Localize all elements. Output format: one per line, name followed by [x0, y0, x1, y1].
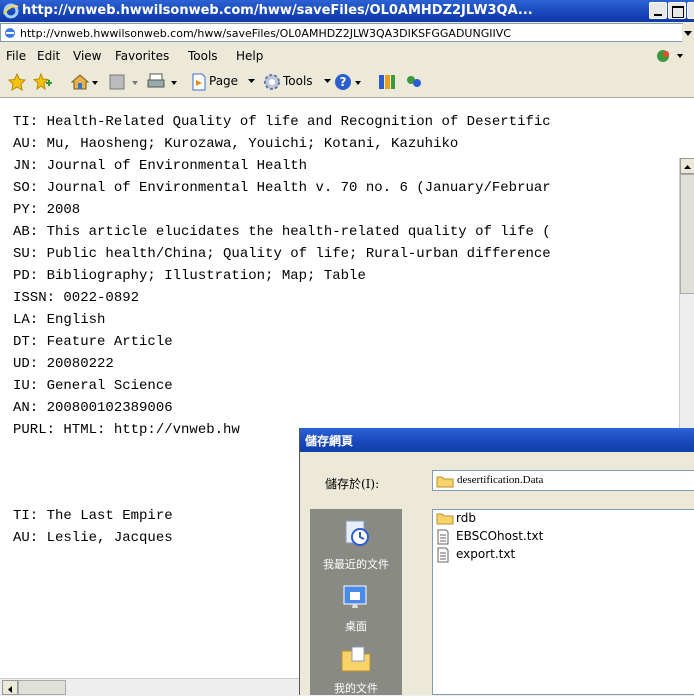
- window-title: http://vnweb.hwwilsonweb.com/hww/saveFil…: [22, 3, 533, 18]
- tools-menu-label[interactable]: Tools: [283, 74, 313, 88]
- command-bar: Page Tools ?: [0, 67, 694, 98]
- dialog-title: 儲存網頁: [305, 434, 354, 448]
- feeds-icon[interactable]: [108, 72, 142, 92]
- save-in-folder: desertification.Data: [457, 474, 544, 486]
- record-line: PD: Bibliography; Illustration; Map; Tab…: [13, 268, 366, 284]
- record-line: IU: General Science: [13, 378, 173, 394]
- menu-help[interactable]: Help: [236, 49, 263, 63]
- messenger-icon[interactable]: [404, 72, 426, 92]
- record-line: AU: Leslie, Jacques: [13, 530, 173, 546]
- address-dropdown-arrow[interactable]: [682, 24, 694, 42]
- svg-text:?: ?: [340, 75, 347, 89]
- record-line: AN: 200800102389006: [13, 400, 173, 416]
- favorites-star-icon[interactable]: [8, 73, 26, 91]
- scroll-left-button[interactable]: [2, 680, 18, 695]
- add-favorites-icon[interactable]: [33, 73, 53, 91]
- record-line: ISSN: 0022-0892: [13, 290, 140, 306]
- record-line: AB: This article elucidates the health-r…: [13, 224, 551, 240]
- page-menu-label[interactable]: Page: [209, 74, 238, 88]
- desktop-icon: [343, 585, 367, 608]
- record-line: UD: 20080222: [13, 356, 114, 372]
- file-name: rdb: [456, 511, 476, 525]
- place-my-documents-label: 我的文件: [334, 682, 378, 695]
- save-in-select[interactable]: desertification.Data: [432, 470, 694, 491]
- menu-edit[interactable]: Edit: [37, 49, 60, 63]
- tools-gear-icon[interactable]: [262, 72, 282, 92]
- window-title-bar: http://vnweb.hwwilsonweb.com/hww/saveFil…: [0, 0, 694, 22]
- places-bar: 我最近的文件 桌面 我的文件: [310, 509, 402, 695]
- record-line: SO: Journal of Environmental Health v. 7…: [13, 180, 551, 196]
- folder-icon: [436, 513, 454, 525]
- scroll-thumb[interactable]: [680, 174, 694, 294]
- place-my-documents[interactable]: 我的文件: [310, 643, 402, 696]
- save-in-label: 儲存於(I):: [325, 477, 380, 491]
- text-file-icon: [437, 529, 449, 545]
- place-desktop[interactable]: 桌面: [310, 583, 402, 634]
- address-url: http://vnweb.hwwilsonweb.com/hww/saveFil…: [20, 27, 511, 40]
- page-icon[interactable]: [190, 72, 208, 92]
- record-line: JN: Journal of Environmental Health: [13, 158, 308, 174]
- record-line: SU: Public health/China; Quality of life…: [13, 246, 551, 262]
- record-line: TI: Health-Related Quality of life and R…: [13, 114, 551, 130]
- chevron-down-icon: [684, 31, 692, 36]
- close-button[interactable]: [687, 2, 694, 19]
- my-documents-folder-icon: [341, 646, 371, 672]
- scroll-up-button[interactable]: [680, 158, 694, 174]
- help-icon[interactable]: ?: [333, 71, 369, 93]
- menu-bar: File Edit View Favorites Tools Help: [0, 44, 694, 68]
- chevron-up-icon: [684, 165, 691, 169]
- record-line: DT: Feature Article: [13, 334, 173, 350]
- menu-tools[interactable]: Tools: [188, 49, 218, 63]
- address-field[interactable]: http://vnweb.hwwilsonweb.com/hww/saveFil…: [0, 23, 683, 42]
- save-webpage-dialog: 儲存網頁 儲存於(I): desertification.Data 我最近的文件…: [299, 428, 694, 695]
- chevron-left-icon: [8, 686, 12, 693]
- minimize-button[interactable]: [649, 2, 667, 19]
- maximize-button[interactable]: [668, 2, 686, 19]
- home-icon[interactable]: [70, 72, 100, 92]
- chevron-down-icon: [248, 79, 255, 83]
- address-bar: http://vnweb.hwwilsonweb.com/hww/saveFil…: [0, 22, 694, 45]
- dialog-title-bar: 儲存網頁: [300, 428, 694, 452]
- page-icon: [5, 28, 15, 38]
- text-file-icon: [437, 547, 449, 563]
- record-line: AU: Mu, Haosheng; Kurozawa, Youichi; Kot…: [13, 136, 459, 152]
- record-line: PURL: HTML: http://vnweb.hw: [13, 422, 240, 438]
- file-name: EBSCOhost.txt: [456, 529, 544, 543]
- file-name: export.txt: [456, 547, 516, 561]
- ie-logo-icon: [3, 3, 19, 19]
- folder-icon: [436, 476, 454, 488]
- print-icon[interactable]: [147, 72, 183, 92]
- menu-file[interactable]: File: [6, 49, 26, 63]
- scroll-thumb[interactable]: [18, 680, 66, 695]
- recent-documents-icon: [345, 520, 369, 546]
- menu-favorites[interactable]: Favorites: [115, 49, 169, 63]
- record-line: LA: English: [13, 312, 106, 328]
- record-line: PY: 2008: [13, 202, 81, 218]
- record-line: TI: The Last Empire: [13, 508, 173, 524]
- research-icon[interactable]: [377, 72, 397, 92]
- place-desktop-label: 桌面: [345, 620, 367, 633]
- place-recent-label: 我最近的文件: [323, 558, 389, 571]
- toolbar-links-icon[interactable]: [655, 48, 685, 64]
- menu-view[interactable]: View: [73, 49, 101, 63]
- place-recent[interactable]: 我最近的文件: [310, 517, 402, 572]
- file-list: rdb EBSCOhost.txt export.txt: [432, 509, 694, 695]
